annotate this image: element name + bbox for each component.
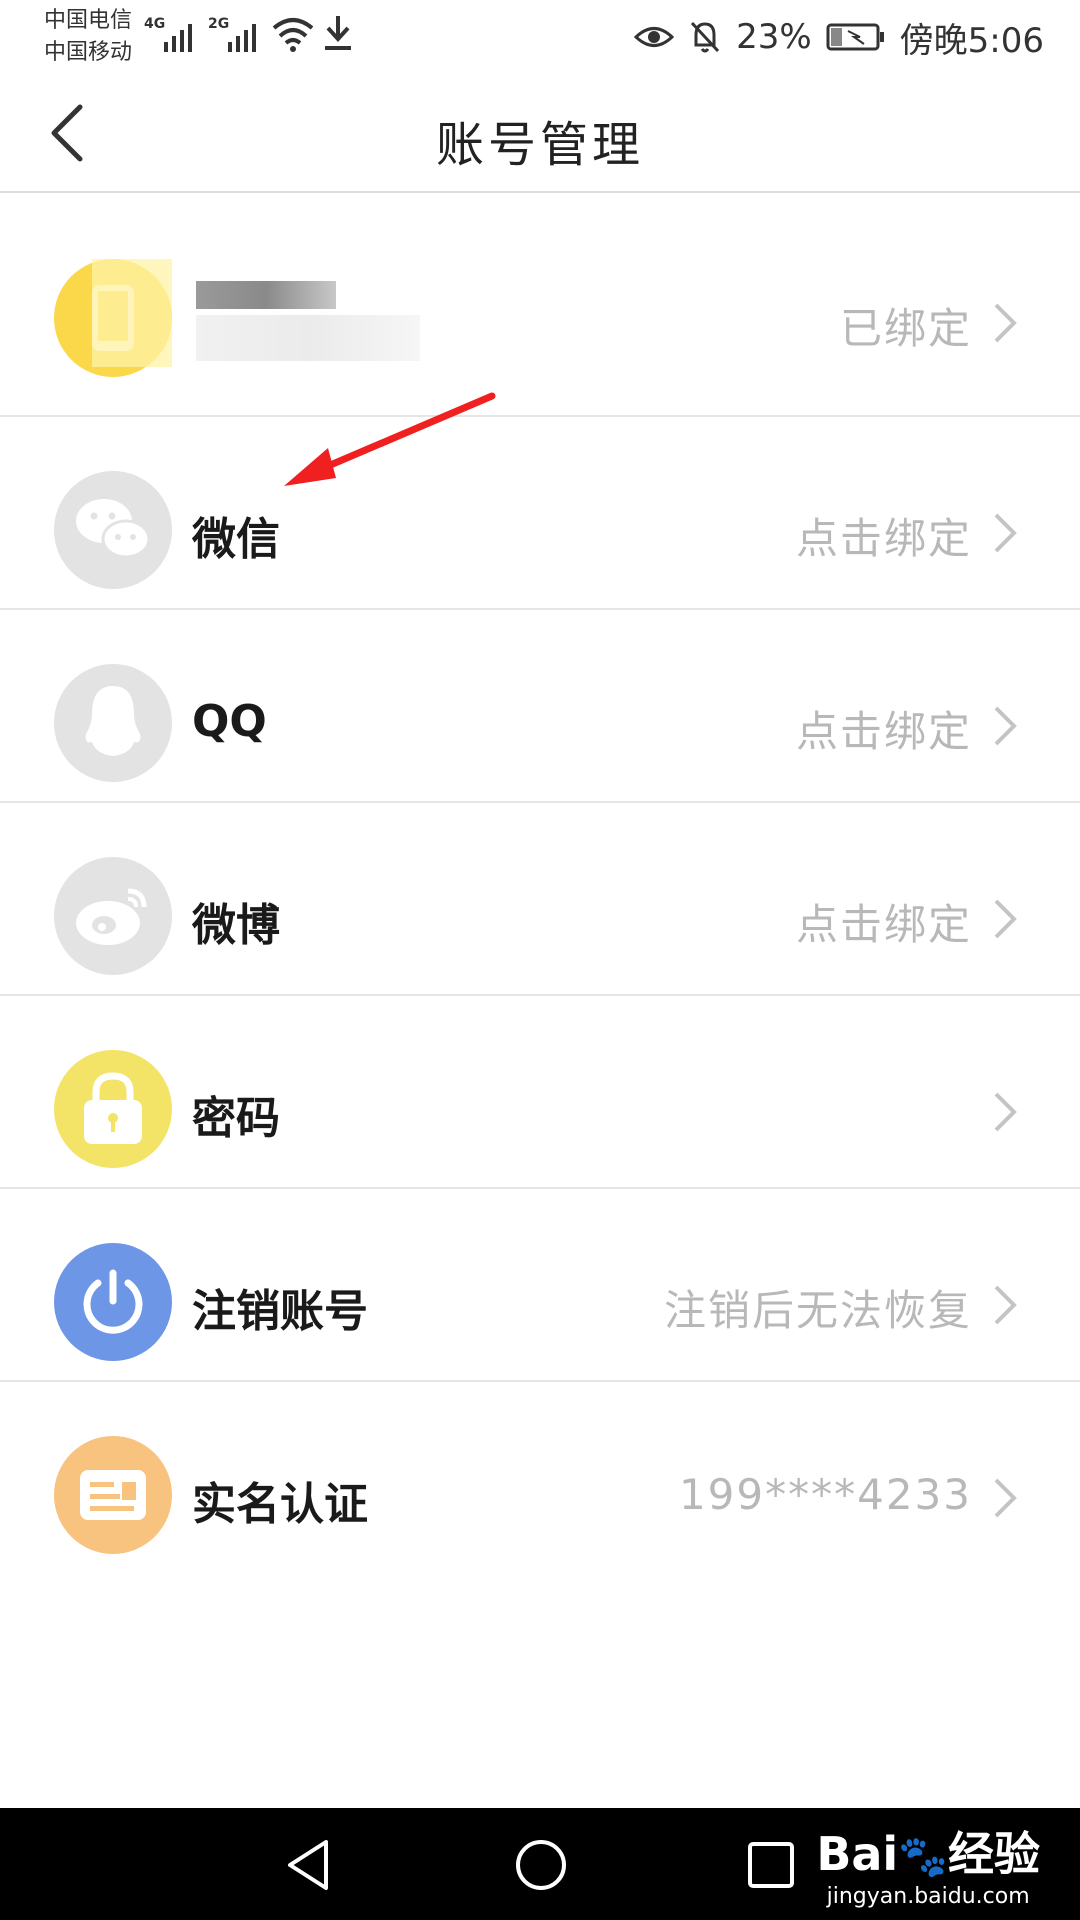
qq-icon (54, 664, 172, 782)
list-item-wechat[interactable]: 微信 点击绑定 (0, 417, 1080, 610)
account-list: 已绑定 微信 点击绑定 QQ 点击绑定 微博 点击绑定 密码 注销账号 注销后无… (0, 223, 1080, 1573)
download-icon (325, 16, 351, 50)
weibo-glyph (76, 888, 147, 945)
page-title: 账号管理 (435, 117, 644, 173)
wechat-icon (54, 471, 172, 589)
blurred-label (196, 281, 336, 309)
lock-glyph (84, 1072, 142, 1144)
chevron-right-icon (994, 706, 1017, 746)
chevron-right-icon (994, 1478, 1017, 1518)
watermark-brand: Bai (816, 1827, 899, 1881)
watermark-url: jingyan.baidu.com (826, 1884, 1030, 1909)
lock-icon (54, 1050, 172, 1168)
nav-home-icon[interactable] (514, 1838, 568, 1892)
header: 账号管理 (0, 75, 1080, 193)
carrier-1: 中国电信 (44, 8, 133, 33)
power-icon (54, 1243, 172, 1361)
bind-status: 点击绑定 (795, 514, 972, 563)
label-weibo: 微博 (192, 900, 280, 951)
id-card-glyph (80, 1470, 146, 1520)
blurred-number (196, 315, 420, 361)
network-1-label: 4G (144, 16, 165, 32)
chevron-right-icon (994, 1092, 1017, 1132)
battery-icon (826, 23, 884, 51)
label-wechat: 微信 (192, 514, 280, 565)
blur-mask (92, 259, 172, 367)
qq-glyph (85, 686, 141, 756)
list-item-weibo[interactable]: 微博 点击绑定 (0, 803, 1080, 996)
label-qq: QQ (192, 696, 267, 747)
carrier-2: 中国移动 (44, 40, 133, 65)
wechat-glyph (76, 499, 151, 559)
watermark-brand2: 经验 (948, 1827, 1040, 1881)
masked-phone: 199****4233 (678, 1470, 972, 1519)
list-item-phone[interactable]: 已绑定 (0, 223, 1080, 417)
bind-status: 点击绑定 (795, 707, 972, 756)
chevron-right-icon (994, 513, 1017, 553)
battery-percent: 23% (736, 17, 812, 57)
list-item-verification[interactable]: 实名认证 199****4233 (0, 1382, 1080, 1573)
id-card-icon (54, 1436, 172, 1554)
list-item-password[interactable]: 密码 (0, 996, 1080, 1189)
signal-4g-icon: 4G (144, 16, 192, 52)
status-bar: 中国电信 中国移动 4G 2G 23% 傍晚5:06 (0, 0, 1080, 75)
deactivate-hint: 注销后无法恢复 (663, 1286, 972, 1335)
list-item-deactivate[interactable]: 注销账号 注销后无法恢复 (0, 1189, 1080, 1382)
chevron-right-icon (994, 303, 1017, 343)
signal-2g-icon: 2G (208, 16, 256, 52)
label-password: 密码 (192, 1093, 280, 1144)
label-verification: 实名认证 (192, 1479, 368, 1530)
status-right: 23% 傍晚5:06 (634, 16, 1044, 61)
label-deactivate: 注销账号 (192, 1286, 368, 1337)
weibo-icon (54, 857, 172, 975)
navigation-bar: Bai🐾经验 jingyan.baidu.com (0, 1808, 1080, 1920)
nav-recents-icon[interactable] (746, 1840, 796, 1890)
network-2-label: 2G (208, 16, 229, 32)
mute-bell-icon (690, 21, 720, 53)
bind-status: 点击绑定 (795, 900, 972, 949)
clock: 傍晚5:06 (899, 20, 1044, 61)
bind-status: 已绑定 (839, 304, 972, 353)
list-item-qq[interactable]: QQ 点击绑定 (0, 610, 1080, 803)
chevron-right-icon (994, 899, 1017, 939)
wifi-icon (272, 18, 314, 52)
paw-icon: 🐾 (898, 1834, 948, 1880)
power-glyph (83, 1269, 143, 1334)
chevron-right-icon (994, 1285, 1017, 1325)
eye-icon (634, 27, 675, 47)
watermark: Bai🐾经验 jingyan.baidu.com (816, 1818, 1040, 1909)
nav-back-icon[interactable] (284, 1838, 334, 1892)
